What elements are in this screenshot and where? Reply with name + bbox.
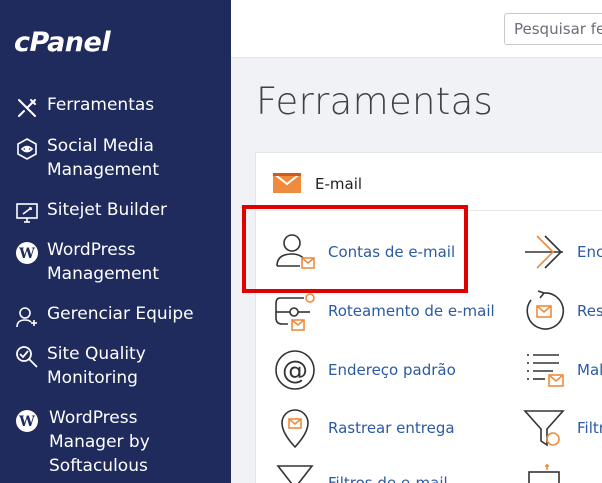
mailing-lists-icon <box>522 348 566 392</box>
global-filters-icon <box>522 406 566 450</box>
sidebar-item-sitejet[interactable]: Sitejet Builder <box>0 198 231 226</box>
tool-email-filters[interactable]: Filtros de e-mail <box>273 461 448 483</box>
email-filters-icon <box>273 461 317 483</box>
svg-text:W: W <box>18 246 35 262</box>
sidebar-item-label: Site Quality Monitoring <box>47 344 146 388</box>
sidebar-item-gerenciar-equipe[interactable]: Gerenciar Equipe <box>0 302 231 330</box>
sidebar-item-social-media[interactable]: Social Media Management <box>0 134 231 182</box>
autoresponders-icon <box>522 289 566 333</box>
envelope-icon <box>272 172 302 198</box>
tool-label: Enc <box>577 243 602 261</box>
tool-label: Filtr <box>577 419 602 437</box>
wordpress-icon: W <box>14 240 40 266</box>
site-quality-icon <box>14 344 40 370</box>
sidebar-item-label: Sitejet Builder <box>47 200 168 220</box>
team-icon <box>14 304 40 330</box>
email-section-title: E-mail <box>315 175 363 193</box>
search-input[interactable]: Pesquisar fe <box>504 13 602 45</box>
track-delivery-icon <box>273 406 317 450</box>
sidebar-item-label: WordPress Management <box>47 240 159 284</box>
tool-encryption[interactable] <box>522 461 577 483</box>
tool-forwarders[interactable]: Enc <box>522 230 602 274</box>
tool-autoresponders[interactable]: Res <box>522 289 602 333</box>
tool-label: Rastrear entrega <box>328 419 455 437</box>
sitejet-icon <box>14 200 40 226</box>
svg-text:@: @ <box>282 356 308 386</box>
sidebar-item-site-quality[interactable]: Site Quality Monitoring <box>0 342 231 390</box>
tool-global-filters[interactable]: Filtr <box>522 406 602 450</box>
sidebar-item-label: Gerenciar Equipe <box>47 304 194 324</box>
sidebar: cPanel Ferramentas Social Media Manageme… <box>0 0 231 483</box>
email-section-header[interactable]: E-mail <box>256 153 602 211</box>
sidebar-item-label: WordPress Manager by Softaculous <box>49 408 150 476</box>
page-title: Ferramentas <box>256 80 494 123</box>
sidebar-item-ferramentas[interactable]: Ferramentas <box>0 93 231 121</box>
top-bar: Pesquisar fe <box>231 0 602 58</box>
tool-label: Endereço padrão <box>328 361 456 379</box>
sidebar-item-label: Social Media Management <box>47 136 159 180</box>
tools-icon <box>14 95 40 121</box>
tool-label: Filtros de e-mail <box>328 474 448 483</box>
cpanel-logo[interactable]: cPanel <box>14 27 111 58</box>
forwarders-icon <box>522 230 566 274</box>
tool-label: Res <box>577 302 602 320</box>
sidebar-item-label: Ferramentas <box>47 95 155 115</box>
email-section-panel: E-mail Contas de e-mail Roteamento de e-… <box>255 152 602 483</box>
social-media-icon <box>14 136 40 162</box>
tool-default-address[interactable]: @ Endereço padrão <box>273 348 456 392</box>
email-routing-icon <box>273 289 317 333</box>
tool-email-routing[interactable]: Roteamento de e-mail <box>273 289 495 333</box>
tool-track-delivery[interactable]: Rastrear entrega <box>273 406 455 450</box>
default-address-icon: @ <box>273 348 317 392</box>
tool-mailing-lists[interactable]: Mal <box>522 348 602 392</box>
tool-label: Roteamento de e-mail <box>328 302 495 320</box>
highlight-box <box>242 205 468 293</box>
sidebar-item-wordpress-management[interactable]: W WordPress Management <box>0 238 231 286</box>
tool-label: Mal <box>577 361 602 379</box>
sidebar-item-wordpress-softaculous[interactable]: W WordPress Manager by Softaculous <box>0 406 231 478</box>
encryption-icon <box>522 461 566 483</box>
